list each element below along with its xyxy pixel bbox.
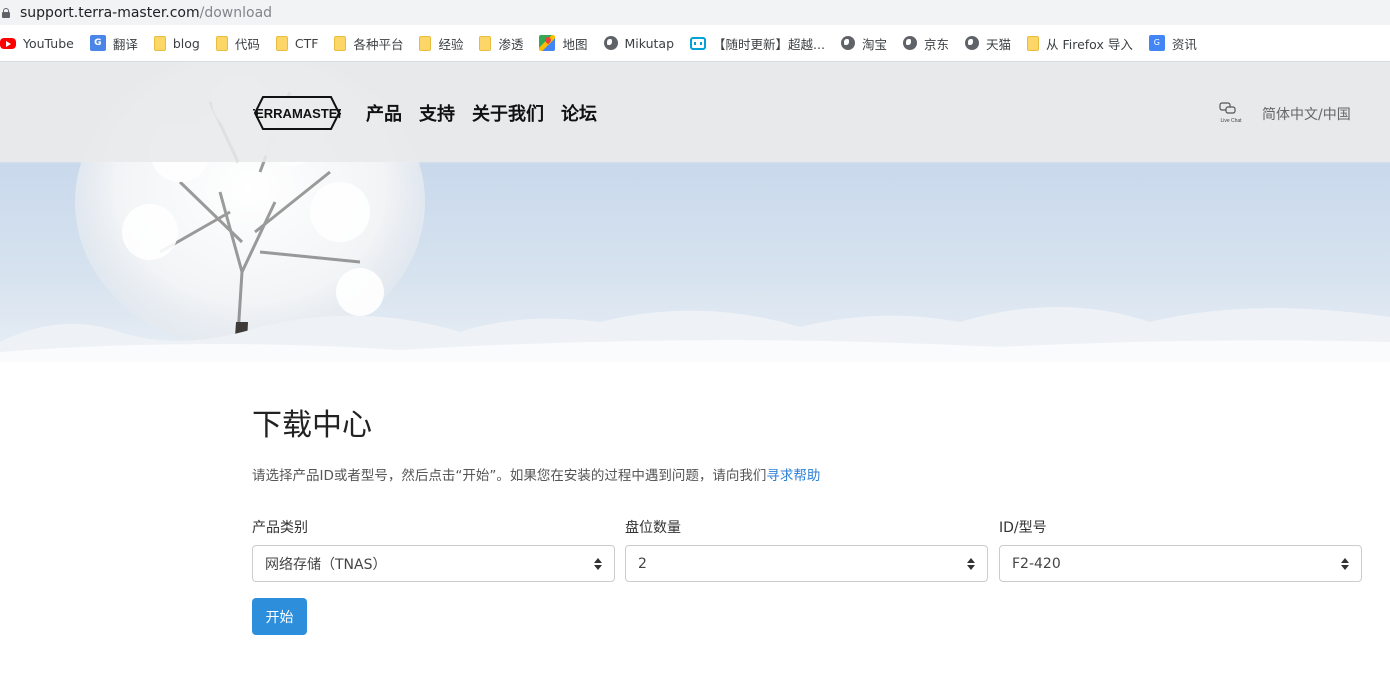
bookmark-code[interactable]: 代码	[215, 29, 267, 57]
svg-text:TERRAMASTER: TERRAMASTER	[253, 106, 341, 121]
product-category-select[interactable]: 网络存储（TNAS）	[252, 545, 615, 582]
bookmark-maps[interactable]: 地图	[539, 29, 594, 57]
bookmark-mikutap[interactable]: Mikutap	[603, 29, 682, 57]
bay-count-select[interactable]: 2	[625, 545, 988, 582]
hero-banner: TERRAMASTER 产品 支持 关于我们 论坛 Live Chat 简体中文…	[0, 62, 1390, 362]
bookmark-youtube[interactable]: YouTube	[0, 29, 81, 57]
header-nav-band	[0, 62, 1390, 162]
model-select[interactable]: F2-420	[999, 545, 1362, 582]
select-caret-icon	[1341, 557, 1349, 570]
folder-icon	[153, 35, 166, 51]
folder-icon	[334, 35, 347, 51]
bilibili-icon	[690, 36, 707, 50]
folder-icon	[275, 35, 288, 51]
language-selector[interactable]: 简体中文/中国	[1262, 104, 1351, 124]
folder-icon	[1027, 35, 1039, 51]
nav-forum[interactable]: 论坛	[561, 100, 597, 126]
url-path: /download	[199, 4, 273, 21]
bookmark-experience[interactable]: 经验	[419, 29, 470, 57]
model-field: ID/型号 F2-420	[999, 517, 1362, 582]
globe-icon	[964, 36, 979, 50]
bay-count-value: 2	[638, 555, 647, 572]
live-chat-icon[interactable]: Live Chat	[1218, 102, 1244, 124]
main-nav: 产品 支持 关于我们 论坛	[366, 100, 597, 126]
bookmark-news[interactable]: G 资讯	[1148, 29, 1204, 57]
help-link[interactable]: 寻求帮助	[766, 468, 820, 484]
bookmark-firefox-import[interactable]: 从 Firefox 导入	[1027, 29, 1140, 57]
folder-icon	[419, 35, 432, 51]
maps-icon	[539, 35, 556, 51]
youtube-icon	[0, 38, 16, 49]
description-text: 请选择产品ID或者型号，然后点击“开始”。如果您在安装的过程中遇到问题，请向我们	[252, 468, 767, 484]
address-bar[interactable]: support.terra-master.com/download	[0, 0, 1390, 25]
folder-icon	[215, 35, 228, 51]
page-description: 请选择产品ID或者型号，然后点击“开始”。如果您在安装的过程中遇到问题，请向我们…	[252, 464, 1362, 484]
model-value: F2-420	[1012, 555, 1061, 572]
bookmark-jd[interactable]: 京东	[902, 29, 956, 57]
bookmark-ctf[interactable]: CTF	[275, 29, 326, 57]
news-icon: G	[1148, 35, 1165, 51]
url-host: support.terra-master.com	[20, 4, 200, 21]
bay-count-field: 盘位数量 2	[625, 517, 988, 582]
bookmark-bilibili[interactable]: 【随时更新】超越...	[690, 29, 832, 57]
globe-icon	[603, 36, 618, 50]
download-center: 下载中心 请选择产品ID或者型号，然后点击“开始”。如果您在安装的过程中遇到问题…	[252, 400, 1362, 635]
bookmark-tmall[interactable]: 天猫	[964, 29, 1018, 57]
bookmark-blog[interactable]: blog	[153, 29, 207, 57]
model-label: ID/型号	[999, 520, 1047, 536]
terramaster-logo[interactable]: TERRAMASTER	[253, 95, 341, 131]
nav-support[interactable]: 支持	[419, 100, 455, 126]
translate-icon: G	[89, 35, 106, 51]
globe-icon	[840, 36, 855, 50]
product-category-label: 产品类别	[252, 520, 308, 536]
select-caret-icon	[594, 557, 602, 570]
lock-icon	[2, 7, 10, 18]
bookmarks-bar: YouTube G 翻译 blog 代码 CTF 各种平台 经验 渗透 地图 Mi…	[0, 25, 1390, 62]
nav-about-us[interactable]: 关于我们	[472, 100, 544, 126]
product-category-field: 产品类别 网络存储（TNAS）	[252, 517, 615, 582]
bookmark-pentest[interactable]: 渗透	[479, 29, 530, 57]
folder-icon	[479, 35, 492, 51]
bookmark-taobao[interactable]: 淘宝	[840, 29, 894, 57]
bay-count-label: 盘位数量	[625, 520, 681, 536]
globe-icon	[902, 36, 917, 50]
bookmark-translate[interactable]: G 翻译	[89, 29, 145, 57]
product-category-value: 网络存储（TNAS）	[265, 556, 387, 573]
select-caret-icon	[967, 557, 975, 570]
bookmark-platforms[interactable]: 各种平台	[334, 29, 410, 57]
snowy-ground-image	[0, 307, 1390, 362]
nav-products[interactable]: 产品	[366, 100, 402, 126]
svg-text:Live Chat: Live Chat	[1220, 118, 1242, 124]
start-button[interactable]: 开始	[252, 598, 307, 635]
page-title: 下载中心	[252, 408, 372, 443]
